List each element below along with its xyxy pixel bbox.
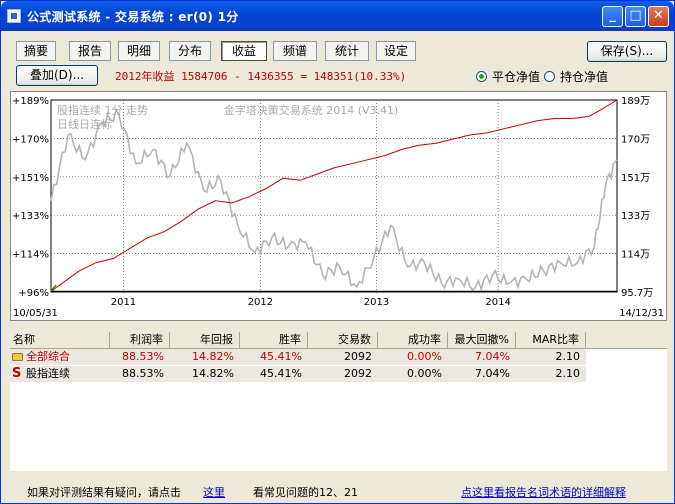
x-tick-label: 2014 xyxy=(485,297,510,308)
footer-question: 如果对评测结果有疑问，请点击 xyxy=(27,486,181,499)
cell-win-rate: 45.41% xyxy=(260,367,302,380)
x-tick-label: 2012 xyxy=(248,297,273,308)
legend-series-label: 股指连续 1分 走势 xyxy=(57,103,148,117)
col-trade-count[interactable]: 交易数 xyxy=(308,332,378,348)
cell-profit-rate: 88.53% xyxy=(122,367,164,380)
cell-win-rate: 45.41% xyxy=(260,350,302,363)
left-tick-label: +133% xyxy=(12,211,49,222)
col-success-rate[interactable]: 成功率 xyxy=(378,332,448,348)
cell-profit-rate: 88.53% xyxy=(122,350,164,363)
results-table: 全部综合 88.53% 14.82% 45.41% 2092 0.00% 7.0… xyxy=(10,349,667,471)
cell-trade-count: 2092 xyxy=(344,367,372,380)
right-tick-label: 189万 xyxy=(621,96,650,107)
tab-distribution[interactable]: 分布 xyxy=(169,41,211,61)
col-win-rate[interactable]: 胜率 xyxy=(240,332,308,348)
yearly-return-summary: 2012年收益 1584706 - 1436355 = 148351(10.33… xyxy=(115,70,407,83)
row-name: 股指连续 xyxy=(26,367,70,380)
title-bar[interactable]: 公式测试系统 - 交易系统 : er(0) 1分 _ □ ✕ xyxy=(1,1,674,31)
legend-indicator-label: 日线日连标 xyxy=(57,117,112,131)
tab-summary[interactable]: 摘要 xyxy=(16,41,56,61)
cell-trade-count: 2092 xyxy=(344,350,372,363)
right-tick-label: 133万 xyxy=(621,211,650,222)
cell-annual-return: 14.82% xyxy=(192,350,234,363)
table-row[interactable]: 全部综合 88.53% 14.82% 45.41% 2092 0.00% 7.0… xyxy=(10,349,586,365)
cell-max-drawdown: 7.04% xyxy=(475,367,510,380)
save-button[interactable]: 保存(S)... xyxy=(587,41,667,62)
left-tick-label: +189% xyxy=(12,96,49,107)
plot-frame xyxy=(50,99,618,293)
cell-mar-ratio: 2.10 xyxy=(555,367,581,380)
col-profit-rate[interactable]: 利润率 xyxy=(110,332,170,348)
x-tick-label: 2011 xyxy=(111,297,136,308)
window-title: 公式测试系统 - 交易系统 : er(0) 1分 xyxy=(27,10,239,24)
glossary-link[interactable]: 点这里看报告名词术语的详细解释 xyxy=(461,484,626,500)
left-tick-label: +114% xyxy=(12,250,49,261)
right-tick-label: 95.7万 xyxy=(621,288,653,299)
col-mar-ratio[interactable]: MAR比率 xyxy=(516,332,586,348)
right-tick-label: 170万 xyxy=(621,134,650,145)
cell-annual-return: 14.82% xyxy=(192,367,234,380)
x-end-label: 14/12/31 xyxy=(619,308,664,319)
table-row[interactable]: S 股指连续 88.53% 14.82% 45.41% 2092 0.00% 7… xyxy=(10,366,586,382)
maximize-button[interactable]: □ xyxy=(625,6,646,27)
radio-dot-selected xyxy=(476,71,487,82)
minimize-button[interactable]: _ xyxy=(602,6,623,27)
cell-mar-ratio: 2.10 xyxy=(555,350,581,363)
results-table-header: 名称 利润率 年回报 胜率 交易数 成功率 最大回撤% MAR比率 xyxy=(10,332,667,349)
equity-chart-svg: +189% 189万 +170% 170万 +151% 151万 +133% 133万 +114… xyxy=(12,96,664,319)
col-annual-return[interactable]: 年回报 xyxy=(170,332,240,348)
tab-spectrum[interactable]: 频谱 xyxy=(273,41,317,61)
hold-equity-radio[interactable]: 持仓净值 xyxy=(544,68,608,85)
left-tick-label: +170% xyxy=(12,134,49,145)
x-start-label: 10/05/31 xyxy=(13,308,58,319)
flat-equity-radio[interactable]: 平仓净值 xyxy=(476,68,540,85)
row-name: 全部综合 xyxy=(26,350,70,363)
tab-report[interactable]: 报告 xyxy=(69,41,111,61)
faq-text: 看常见问题的12、21 xyxy=(253,486,358,499)
equity-chart: +189% 189万 +170% 170万 +151% 151万 +133% 133万 +114… xyxy=(10,91,667,321)
tab-details[interactable]: 明细 xyxy=(118,41,160,61)
overlay-button[interactable]: 叠加(D)... xyxy=(16,65,98,86)
tab-statistics[interactable]: 统计 xyxy=(325,41,369,61)
cell-success-rate: 0.00% xyxy=(407,350,442,363)
left-tick-label: +151% xyxy=(12,173,49,184)
chart-watermark: 金字塔决策交易系统 2014 (V3.41) xyxy=(224,103,399,117)
flat-equity-label: 平仓净值 xyxy=(492,70,541,84)
col-name[interactable]: 名称 xyxy=(10,332,110,348)
x-tick-label: 2013 xyxy=(364,297,389,308)
right-tick-label: 151万 xyxy=(621,173,650,184)
main-window: 公式测试系统 - 交易系统 : er(0) 1分 _ □ ✕ 摘要 报告 明细 … xyxy=(0,0,675,504)
tab-returns[interactable]: 收益 xyxy=(221,41,267,61)
equity-series-line xyxy=(50,99,618,292)
app-icon xyxy=(7,9,21,23)
price-series-line xyxy=(50,107,618,292)
here-link[interactable]: 这里 xyxy=(203,484,225,500)
col-max-drawdown[interactable]: 最大回撤% xyxy=(448,332,516,348)
hold-equity-label: 持仓净值 xyxy=(560,70,609,84)
cell-max-drawdown: 7.04% xyxy=(475,350,510,363)
left-tick-label: +96% xyxy=(18,288,49,299)
close-button[interactable]: ✕ xyxy=(648,6,669,27)
tab-settings[interactable]: 设定 xyxy=(376,41,416,61)
radio-dot xyxy=(544,71,555,82)
cell-success-rate: 0.00% xyxy=(407,367,442,380)
right-tick-label: 114万 xyxy=(621,250,650,261)
